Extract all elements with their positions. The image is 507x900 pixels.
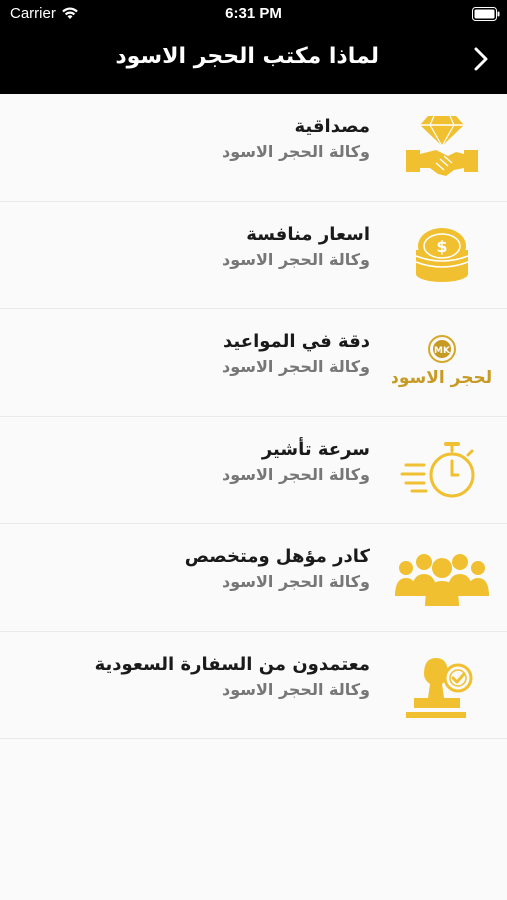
team-icon xyxy=(392,538,492,618)
status-bar: Carrier 6:31 PM xyxy=(0,0,507,30)
battery-icon xyxy=(472,7,500,26)
list-item-competitive-prices[interactable]: $ اسعار منافسة وكالة الحجر الاسود xyxy=(0,201,507,309)
item-title: معتمدون من السفارة السعودية xyxy=(94,653,370,675)
page-title: لماذا مكتب الحجر الاسود xyxy=(115,44,379,69)
list-item-qualified-staff[interactable]: كادر مؤهل ومتخصص وكالة الحجر الاسود xyxy=(0,524,507,632)
status-time: 6:31 PM xyxy=(225,5,282,22)
item-title: دقة في المواعيد xyxy=(223,331,370,352)
approval-stamp-icon xyxy=(392,646,492,726)
list-item-visa-speed[interactable]: سرعة تأشير وكالة الحجر الاسود xyxy=(0,416,507,524)
brand-logo-icon: MK الحجر الاسود xyxy=(390,323,498,403)
diamond-handshake-icon xyxy=(392,108,492,188)
list-item-credibility[interactable]: مصداقية وكالة الحجر الاسود xyxy=(0,94,507,202)
item-title: سرعة تأشير xyxy=(261,438,370,460)
list-item-saudi-embassy-approved[interactable]: معتمدون من السفارة السعودية وكالة الحجر … xyxy=(0,631,507,739)
item-title: اسعار منافسة xyxy=(246,223,370,245)
logo-badge: MK xyxy=(434,346,451,356)
svg-text:$: $ xyxy=(436,237,447,256)
logo-text: الحجر الاسود xyxy=(392,368,492,388)
item-subtitle: وكالة الحجر الاسود xyxy=(222,249,370,269)
item-subtitle: وكالة الحجر الاسود xyxy=(222,572,370,591)
item-title: كادر مؤهل ومتخصص xyxy=(184,546,370,567)
item-subtitle: وكالة الحجر الاسود xyxy=(222,464,370,484)
chevron-right-icon[interactable] xyxy=(470,46,492,72)
item-subtitle: وكالة الحجر الاسود xyxy=(222,142,370,161)
stopwatch-icon xyxy=(392,431,492,511)
item-subtitle: وكالة الحجر الاسود xyxy=(222,679,370,699)
features-list: مصداقية وكالة الحجر الاسود $ اسعار منافس… xyxy=(0,94,507,739)
item-subtitle: وكالة الحجر الاسود xyxy=(222,357,370,376)
coins-icon: $ xyxy=(392,216,492,296)
list-item-punctuality[interactable]: MK الحجر الاسود دقة في المواعيد وكالة ال… xyxy=(0,309,507,417)
item-title: مصداقية xyxy=(294,116,371,137)
top-bar: Carrier 6:31 PM لماذا مكتب الحجر الاسود xyxy=(0,0,507,94)
